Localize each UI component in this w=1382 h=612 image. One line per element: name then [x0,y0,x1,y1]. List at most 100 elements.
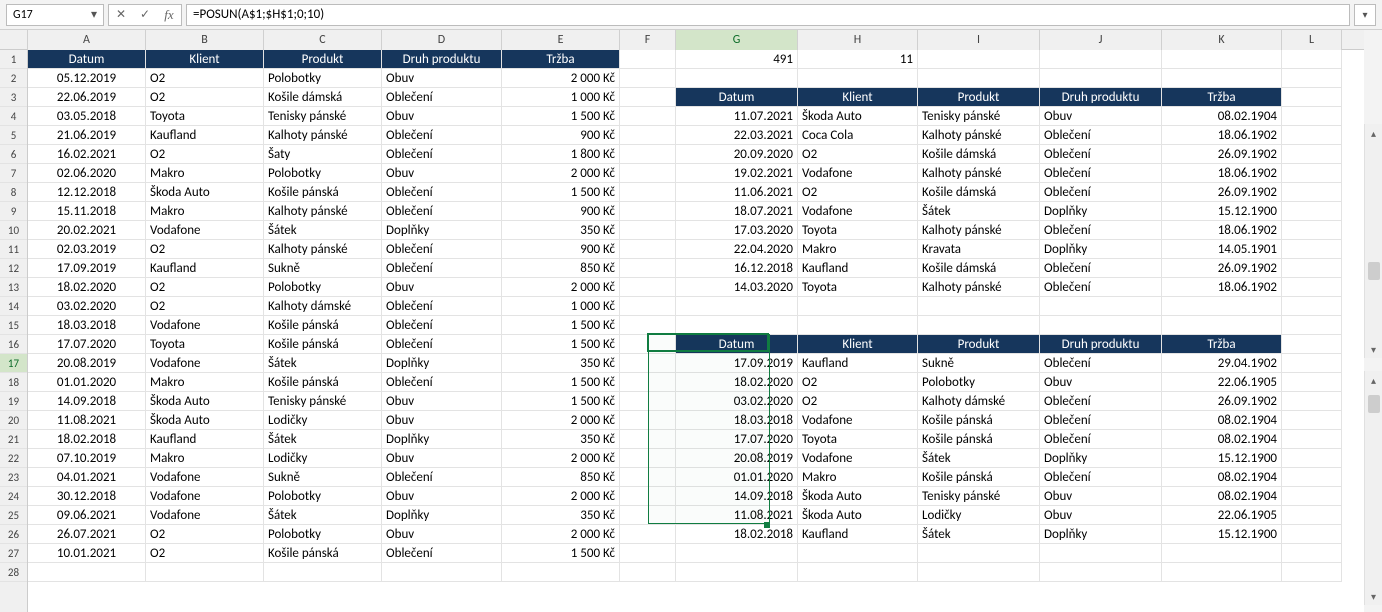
row-header-18[interactable]: 18 [0,373,27,392]
cell-G18[interactable]: 18.02.2020 [676,373,798,392]
cell-K22[interactable]: 15.12.1900 [1162,449,1282,468]
cell-L7[interactable] [1282,164,1342,183]
cell-E9[interactable]: 900 Kč [502,202,620,221]
cell-E4[interactable]: 1 500 Kč [502,107,620,126]
cell-C15[interactable]: Košile pánská [264,316,382,335]
cell-K16[interactable]: Tržba [1162,335,1282,354]
cell-H3[interactable]: Klient [798,88,918,107]
cell-B11[interactable]: O2 [146,240,264,259]
cell-H19[interactable]: O2 [798,392,918,411]
cell-K21[interactable]: 08.02.1904 [1162,430,1282,449]
cell-L8[interactable] [1282,183,1342,202]
cell-C20[interactable]: Lodičky [264,411,382,430]
row-header-15[interactable]: 15 [0,316,27,335]
cell-L3[interactable] [1282,88,1342,107]
cell-F25[interactable] [620,506,676,525]
cell-B18[interactable]: Makro [146,373,264,392]
scroll-track[interactable] [1365,389,1382,587]
column-header-C[interactable]: C [264,30,382,50]
cell-B2[interactable]: O2 [146,69,264,88]
cell-C19[interactable]: Tenisky pánské [264,392,382,411]
cell-E6[interactable]: 1 800 Kč [502,145,620,164]
cell-E27[interactable]: 1 500 Kč [502,544,620,563]
cell-G26[interactable]: 18.02.2018 [676,525,798,544]
cell-E8[interactable]: 1 500 Kč [502,183,620,202]
row-header-9[interactable]: 9 [0,202,27,221]
row-header-21[interactable]: 21 [0,430,27,449]
row-header-27[interactable]: 27 [0,544,27,563]
cell-D5[interactable]: Oblečení [382,126,502,145]
cell-I10[interactable]: Kalhoty pánské [918,221,1040,240]
cell-I6[interactable]: Košile dámská [918,145,1040,164]
cell-G16[interactable]: Datum [676,335,798,354]
cell-G27[interactable] [676,544,798,563]
row-header-8[interactable]: 8 [0,183,27,202]
cell-D7[interactable]: Obuv [382,164,502,183]
row-header-24[interactable]: 24 [0,487,27,506]
cell-I7[interactable]: Kalhoty pánské [918,164,1040,183]
cell-L5[interactable] [1282,126,1342,145]
cell-G28[interactable] [676,563,798,582]
cell-L15[interactable] [1282,316,1342,335]
cell-L12[interactable] [1282,259,1342,278]
cell-D15[interactable]: Oblečení [382,316,502,335]
cell-B23[interactable]: Vodafone [146,468,264,487]
name-box[interactable]: G17 ▾ [6,4,104,26]
cell-C21[interactable]: Šátek [264,430,382,449]
cell-C26[interactable]: Polobotky [264,525,382,544]
cell-K23[interactable]: 08.02.1904 [1162,468,1282,487]
cell-L25[interactable] [1282,506,1342,525]
cell-H5[interactable]: Coca Cola [798,126,918,145]
cell-D24[interactable]: Obuv [382,487,502,506]
scroll-down-icon[interactable]: ▾ [1365,587,1382,605]
cell-H21[interactable]: Toyota [798,430,918,449]
cell-C28[interactable] [264,563,382,582]
cell-C6[interactable]: Šaty [264,145,382,164]
cell-I27[interactable] [918,544,1040,563]
cell-D9[interactable]: Oblečení [382,202,502,221]
cell-I24[interactable]: Tenisky pánské [918,487,1040,506]
cell-K6[interactable]: 26.09.1902 [1162,145,1282,164]
cell-L27[interactable] [1282,544,1342,563]
cell-I2[interactable] [918,69,1040,88]
cell-J3[interactable]: Druh produktu [1040,88,1162,107]
column-header-E[interactable]: E [502,30,620,50]
cell-E1[interactable]: Tržba [502,50,620,69]
scroll-up-icon[interactable]: ▴ [1365,124,1382,142]
cell-J26[interactable]: Doplňky [1040,525,1162,544]
cell-L19[interactable] [1282,392,1342,411]
cell-J20[interactable]: Oblečení [1040,411,1162,430]
cell-K13[interactable]: 18.06.1902 [1162,278,1282,297]
cell-H27[interactable] [798,544,918,563]
cell-B17[interactable]: Vodafone [146,354,264,373]
cell-A6[interactable]: 16.02.2021 [28,145,146,164]
cell-F8[interactable] [620,183,676,202]
row-header-13[interactable]: 13 [0,278,27,297]
cell-G15[interactable] [676,316,798,335]
cell-B27[interactable]: O2 [146,544,264,563]
cell-D12[interactable]: Oblečení [382,259,502,278]
cell-E5[interactable]: 900 Kč [502,126,620,145]
row-header-14[interactable]: 14 [0,297,27,316]
cell-E14[interactable]: 1 000 Kč [502,297,620,316]
cell-D21[interactable]: Doplňky [382,430,502,449]
cell-D2[interactable]: Obuv [382,69,502,88]
cell-C7[interactable]: Polobotky [264,164,382,183]
cell-J21[interactable]: Oblečení [1040,430,1162,449]
cell-F6[interactable] [620,145,676,164]
cell-I4[interactable]: Tenisky pánské [918,107,1040,126]
cell-A19[interactable]: 14.09.2018 [28,392,146,411]
row-header-20[interactable]: 20 [0,411,27,430]
cell-F18[interactable] [620,373,676,392]
cell-J2[interactable] [1040,69,1162,88]
cell-A25[interactable]: 09.06.2021 [28,506,146,525]
cell-D25[interactable]: Doplňky [382,506,502,525]
cell-K11[interactable]: 14.05.1901 [1162,240,1282,259]
cell-L21[interactable] [1282,430,1342,449]
vertical-scrollbar-lower[interactable]: ▴ ▾ [1364,371,1382,605]
cell-F7[interactable] [620,164,676,183]
cell-L24[interactable] [1282,487,1342,506]
cell-K9[interactable]: 15.12.1900 [1162,202,1282,221]
cell-C9[interactable]: Kalhoty pánské [264,202,382,221]
cell-E13[interactable]: 2 000 Kč [502,278,620,297]
